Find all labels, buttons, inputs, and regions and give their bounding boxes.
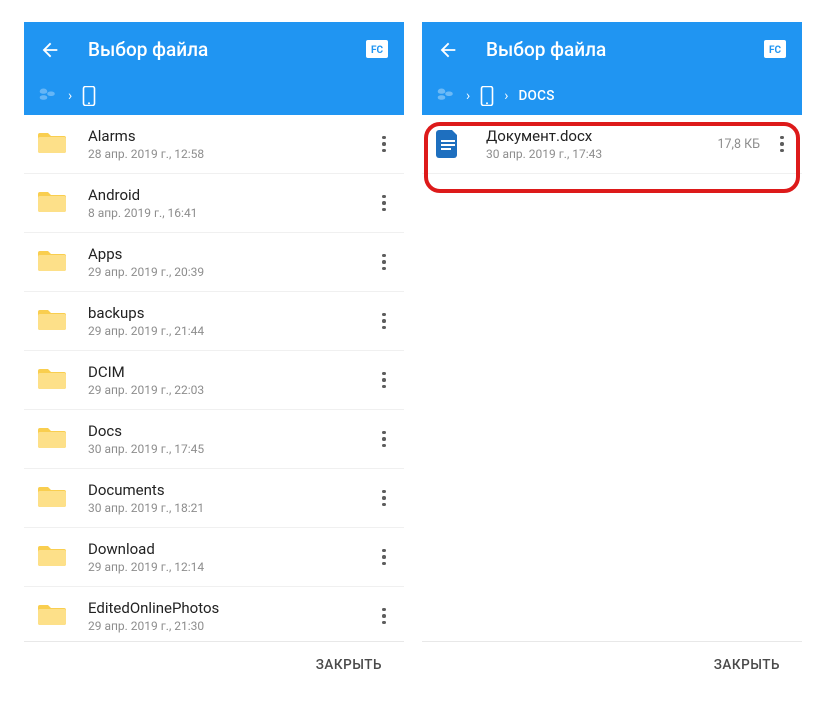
folder-icon <box>38 248 66 276</box>
file-name: Android <box>88 186 372 205</box>
file-meta: 29 апр. 2019 г., 20:39 <box>88 265 372 279</box>
list-item[interactable]: Docs 30 апр. 2019 г., 17:45 <box>24 410 404 469</box>
file-name: Download <box>88 540 372 559</box>
list-item[interactable]: Документ.docx 30 апр. 2019 г., 17:43 17,… <box>422 115 802 174</box>
close-button[interactable]: ЗАКРЫТЬ <box>314 651 384 679</box>
overflow-menu-button[interactable] <box>770 126 794 162</box>
folder-icon <box>38 425 66 453</box>
list-item-texts: Docs 30 апр. 2019 г., 17:45 <box>88 422 372 457</box>
file-name: Alarms <box>88 127 372 146</box>
footer-bar: ЗАКРЫТЬ <box>422 641 802 687</box>
overflow-menu-button[interactable] <box>372 303 396 339</box>
list-item[interactable]: EditedOnlinePhotos 29 апр. 2019 г., 21:3… <box>24 587 404 641</box>
breadcrumb-root-icon[interactable] <box>38 87 58 105</box>
folder-icon <box>38 130 66 158</box>
breadcrumb-segment[interactable]: DOCS <box>518 88 554 104</box>
folder-icon <box>38 366 66 394</box>
file-meta: 29 апр. 2019 г., 12:14 <box>88 560 372 574</box>
back-button[interactable] <box>38 38 62 62</box>
app-bar: Выбор файла FC <box>24 22 404 77</box>
list-item[interactable]: Apps 29 апр. 2019 г., 20:39 <box>24 233 404 292</box>
storage-icon[interactable]: FC <box>762 39 788 61</box>
file-meta: 30 апр. 2019 г., 18:21 <box>88 501 372 515</box>
file-name: Документ.docx <box>486 127 717 146</box>
list-item-texts: Документ.docx 30 апр. 2019 г., 17:43 <box>486 127 717 162</box>
file-name: backups <box>88 304 372 323</box>
svg-text:FC: FC <box>769 45 781 56</box>
back-button[interactable] <box>436 38 460 62</box>
file-meta: 30 апр. 2019 г., 17:43 <box>486 147 717 161</box>
phone-left: Выбор файла FC › Alarms 28 апр. 2019 г.,… <box>24 22 404 687</box>
file-meta: 29 апр. 2019 г., 21:30 <box>88 619 372 633</box>
overflow-menu-button[interactable] <box>372 598 396 634</box>
file-meta: 30 апр. 2019 г., 17:45 <box>88 442 372 456</box>
list-item[interactable]: Alarms 28 апр. 2019 г., 12:58 <box>24 115 404 174</box>
file-meta: 29 апр. 2019 г., 22:03 <box>88 383 372 397</box>
breadcrumb: › <box>24 77 404 115</box>
breadcrumb: › › DOCS <box>422 77 802 115</box>
file-list[interactable]: Alarms 28 апр. 2019 г., 12:58 Android 8 … <box>24 115 404 641</box>
file-size: 17,8 КБ <box>717 137 760 152</box>
overflow-menu-button[interactable] <box>372 421 396 457</box>
file-name: Documents <box>88 481 372 500</box>
file-meta: 29 апр. 2019 г., 21:44 <box>88 324 372 338</box>
list-item[interactable]: Android 8 апр. 2019 г., 16:41 <box>24 174 404 233</box>
overflow-menu-button[interactable] <box>372 126 396 162</box>
close-button[interactable]: ЗАКРЫТЬ <box>712 651 782 679</box>
document-icon <box>436 130 464 158</box>
overflow-menu-button[interactable] <box>372 362 396 398</box>
svg-text:FC: FC <box>371 45 383 56</box>
footer-bar: ЗАКРЫТЬ <box>24 641 404 687</box>
app-bar: Выбор файла FC <box>422 22 802 77</box>
file-meta: 28 апр. 2019 г., 12:58 <box>88 147 372 161</box>
list-item-texts: DCIM 29 апр. 2019 г., 22:03 <box>88 363 372 398</box>
list-item-texts: Android 8 апр. 2019 г., 16:41 <box>88 186 372 221</box>
list-item[interactable]: Documents 30 апр. 2019 г., 18:21 <box>24 469 404 528</box>
list-item-texts: EditedOnlinePhotos 29 апр. 2019 г., 21:3… <box>88 599 372 634</box>
content-area: Документ.docx 30 апр. 2019 г., 17:43 17,… <box>422 115 802 687</box>
folder-icon <box>38 543 66 571</box>
list-item-texts: Alarms 28 апр. 2019 г., 12:58 <box>88 127 372 162</box>
list-item-texts: backups 29 апр. 2019 г., 21:44 <box>88 304 372 339</box>
list-item-texts: Download 29 апр. 2019 г., 12:14 <box>88 540 372 575</box>
overflow-menu-button[interactable] <box>372 480 396 516</box>
list-item-texts: Apps 29 апр. 2019 г., 20:39 <box>88 245 372 280</box>
screen-title: Выбор файла <box>486 38 762 61</box>
overflow-menu-button[interactable] <box>372 185 396 221</box>
folder-icon <box>38 307 66 335</box>
chevron-right-icon: › <box>504 88 508 104</box>
file-meta: 8 апр. 2019 г., 16:41 <box>88 206 372 220</box>
overflow-menu-button[interactable] <box>372 244 396 280</box>
list-item[interactable]: Download 29 апр. 2019 г., 12:14 <box>24 528 404 587</box>
file-name: DCIM <box>88 363 372 382</box>
phone-right: Выбор файла FC › › DOCS Документ.docx 30… <box>422 22 802 687</box>
folder-icon <box>38 189 66 217</box>
overflow-menu-button[interactable] <box>372 539 396 575</box>
folder-icon <box>38 602 66 630</box>
file-list[interactable]: Документ.docx 30 апр. 2019 г., 17:43 17,… <box>422 115 802 641</box>
file-name: Apps <box>88 245 372 264</box>
screen-title: Выбор файла <box>88 38 364 61</box>
chevron-right-icon: › <box>68 88 72 104</box>
file-name: EditedOnlinePhotos <box>88 599 372 618</box>
file-name: Docs <box>88 422 372 441</box>
storage-icon[interactable]: FC <box>364 39 390 61</box>
list-item[interactable]: backups 29 апр. 2019 г., 21:44 <box>24 292 404 351</box>
breadcrumb-phone-icon[interactable] <box>82 86 96 106</box>
breadcrumb-root-icon[interactable] <box>436 87 456 105</box>
folder-icon <box>38 484 66 512</box>
list-item-texts: Documents 30 апр. 2019 г., 18:21 <box>88 481 372 516</box>
chevron-right-icon: › <box>466 88 470 104</box>
content-area: Alarms 28 апр. 2019 г., 12:58 Android 8 … <box>24 115 404 687</box>
breadcrumb-phone-icon[interactable] <box>480 86 494 106</box>
list-item[interactable]: DCIM 29 апр. 2019 г., 22:03 <box>24 351 404 410</box>
